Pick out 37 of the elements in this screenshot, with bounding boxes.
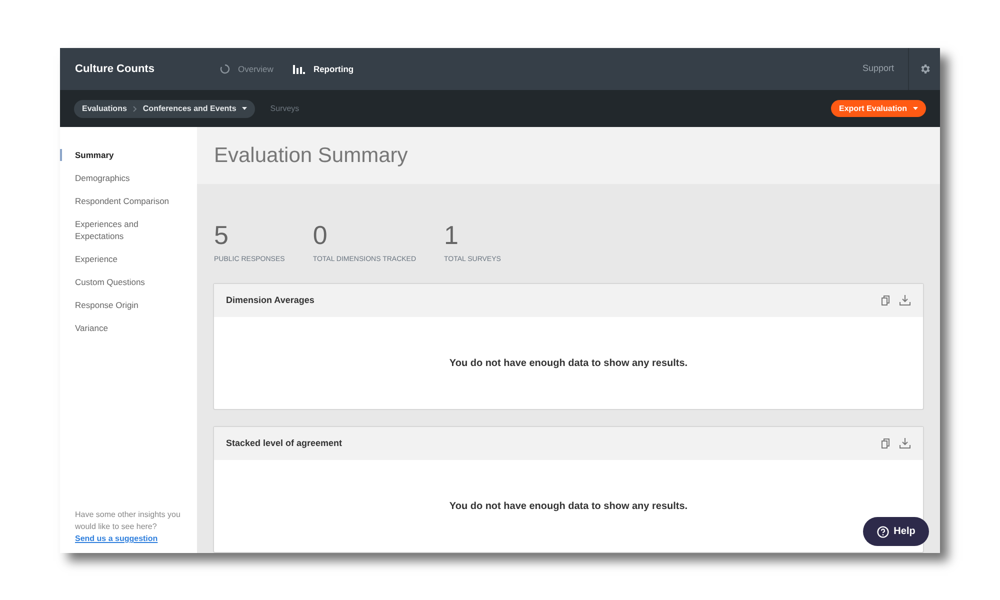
stat-value: 5 [214,220,230,250]
sidebar-item[interactable]: Experience [60,253,197,265]
download-icon[interactable] [899,438,911,449]
card-title: Stacked level of agreement [226,436,344,450]
card-title: Dimension Averages [226,294,316,307]
download-icon[interactable] [899,295,911,306]
sidebar-item[interactable]: Demographics [60,172,197,184]
sidebar-item[interactable]: Respondent Comparison [60,195,197,207]
page-title: Evaluation Summary [214,142,408,168]
copy-icon[interactable] [881,438,891,449]
app-title: Culture Counts [75,62,156,77]
empty-message: You do not have enough data to show any results. [449,356,688,370]
surveys-link[interactable]: Surveys [270,102,300,114]
support-link[interactable]: Support [862,62,894,76]
caret-icon [913,107,918,110]
stat-value: 0 [312,220,328,250]
suggestion-link[interactable]: Send us a suggestion [75,534,158,543]
sidebar-item[interactable]: Experiences and Expectations [60,218,197,242]
sidebar-item[interactable]: Custom Questions [60,276,197,288]
suggestion-prompt: Have some other insights you would like to see here? [75,509,181,533]
sidebar-item[interactable]: Response Origin [60,299,197,311]
nav-tab[interactable]: Overview [220,59,274,79]
breadcrumb-item[interactable]: Evaluations [82,102,127,114]
breadcrumb-item[interactable]: Conferences and Events [142,102,236,114]
export-button[interactable]: Export Evaluation [830,100,926,117]
stat-value: 1 [444,220,460,250]
help-button[interactable]: Help [863,517,929,546]
chevron-icon [132,106,137,112]
help-icon [876,526,889,538]
empty-message: You do not have enough data to show any results. [449,500,688,514]
nav-tab[interactable]: Reporting [293,59,354,79]
caret-icon [242,107,248,110]
loading-icon [220,64,230,74]
sidebar-item[interactable]: Variance [60,322,197,334]
copy-icon[interactable] [881,295,891,306]
bar-chart-icon [293,64,306,74]
settings-icon[interactable] [918,63,930,75]
